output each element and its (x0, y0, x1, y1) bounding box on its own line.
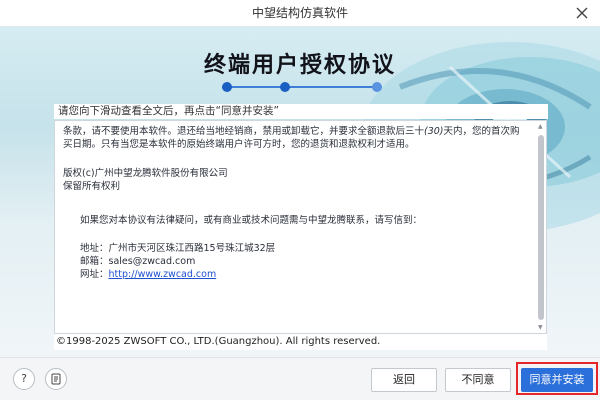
step-dot-2 (280, 82, 290, 92)
email-line: 邮箱：sales@zwcad.com (80, 256, 196, 267)
close-icon[interactable] (574, 5, 590, 21)
log-button[interactable] (45, 368, 67, 390)
installer-window: 中望结构仿真软件 终端用户授权协议 请您向下滑动查看全文后，再点击“同意并安装”… (0, 0, 600, 400)
highlight-box (516, 362, 598, 395)
license-paragraph: 条款，请不要使用本软件。退还给当地经销商，禁用或卸载它，并要求全额退款后三十(3… (63, 125, 528, 151)
step-dot-3 (372, 82, 382, 92)
disagree-button[interactable]: 不同意 (445, 368, 511, 392)
copyright-line-2: 保留所有权利 (63, 181, 121, 192)
legal-contact-text: 如果您对本协议有法律疑问，或有商业或技术问题需与中望龙腾联系，请写信到： (80, 215, 423, 226)
back-button[interactable]: 返回 (371, 368, 437, 392)
website-label: 网址： (80, 269, 109, 280)
page-title: 终端用户授权协议 (203, 53, 396, 78)
step-indicator (222, 82, 382, 92)
website-line: 网址：http://www.zwcad.com (80, 268, 216, 281)
license-paragraph-part1: 条款，请不要使用本软件。退还给当地经销商，禁用或卸载它，并要求全额退款后三十 (63, 126, 425, 137)
copyright-line-1: 版权(c)广州中望龙腾软件股份有限公司 (63, 168, 228, 179)
license-text-area[interactable]: 条款，请不要使用本软件。退还给当地经销商，禁用或卸载它，并要求全额退款后三十(3… (55, 121, 533, 333)
footer-copyright: ©1998-2025 ZWSOFT CO., LTD.(Guangzhou). … (54, 334, 547, 350)
document-icon (51, 373, 61, 385)
license-paragraph-italic: (30) (424, 126, 444, 137)
scroll-down-icon[interactable]: ▼ (538, 324, 543, 331)
scroll-up-icon[interactable]: ▲ (538, 123, 543, 130)
scroll-instruction: 请您向下滑动查看全文后，再点击“同意并安装” (54, 104, 548, 119)
step-dot-1 (222, 82, 232, 92)
window-title: 中望结构仿真软件 (251, 6, 348, 20)
license-panel: 条款，请不要使用本软件。退还给当地经销商，禁用或卸载它，并要求全额退款后三十(3… (54, 120, 547, 334)
bottom-toolbar: ? 返回 不同意 同意并安装 (0, 357, 600, 400)
help-button[interactable]: ? (13, 368, 35, 390)
step-line (222, 86, 382, 88)
vertical-scrollbar[interactable]: ▲ ▼ (537, 123, 545, 331)
title-bar: 中望结构仿真软件 (0, 0, 600, 27)
website-link[interactable]: http://www.zwcad.com (109, 269, 217, 280)
scrollbar-thumb[interactable] (538, 135, 544, 320)
address-line: 地址：广州市天河区珠江西路15号珠江城32层 (80, 243, 276, 254)
